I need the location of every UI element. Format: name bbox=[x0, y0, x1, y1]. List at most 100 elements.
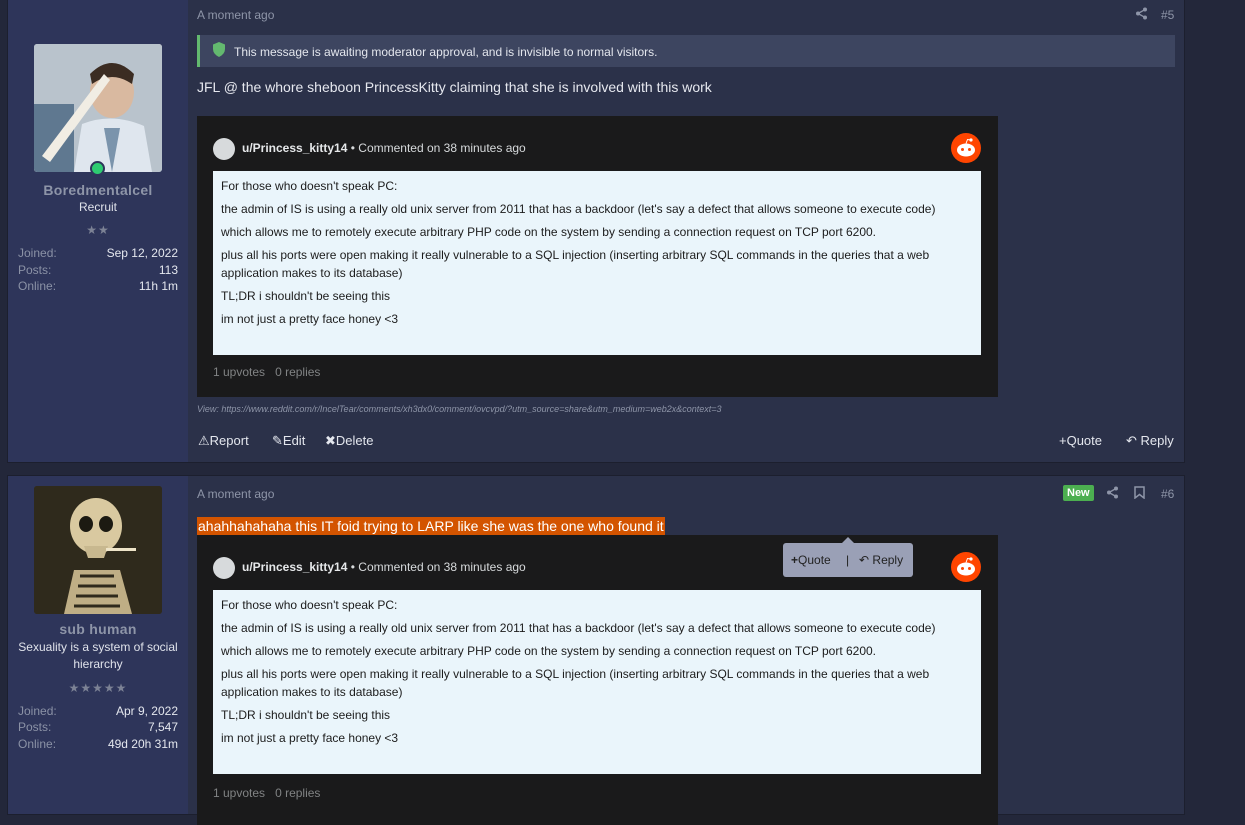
embed-footer: 1 upvotes 0 replies bbox=[213, 786, 320, 800]
moderation-notice: This message is awaiting moderator appro… bbox=[197, 35, 1175, 67]
share-icon[interactable] bbox=[1135, 7, 1148, 25]
comment-line: im not just a pretty face honey <3 bbox=[221, 731, 399, 745]
embed-author[interactable]: u/Princess_kitty14 bbox=[242, 560, 347, 574]
reddit-embed: u/Princess_kitty14 • Commented on 38 min… bbox=[197, 116, 998, 397]
popup-quote-label: Quote bbox=[798, 553, 831, 567]
plus-icon: + bbox=[1059, 433, 1067, 448]
post-body: A moment ago #5 This message is awaiting… bbox=[188, 0, 1184, 462]
comment-line: the admin of IS is using a really old un… bbox=[221, 202, 936, 216]
delete-label: Delete bbox=[335, 433, 374, 448]
notice-text: This message is awaiting moderator appro… bbox=[234, 45, 658, 59]
comment-line: TL;DR i shouldn't be seeing this bbox=[221, 289, 391, 303]
comment-line: For those who doesn't speak PC: bbox=[221, 179, 398, 193]
comment-line: which allows me to remotely execute arbi… bbox=[221, 225, 877, 239]
stat-value: 7,547 bbox=[147, 720, 178, 734]
comment-line: im not just a pretty face honey <3 bbox=[221, 312, 399, 326]
x-icon: ✖ bbox=[325, 433, 336, 448]
post-body: A moment ago New #6 ahahhahahaha this IT… bbox=[188, 476, 1184, 825]
reddit-avatar bbox=[213, 557, 235, 579]
stat-label: Posts: bbox=[18, 263, 52, 277]
popup-quote-button[interactable]: +Quote bbox=[791, 553, 831, 567]
selection-popup: +Quote | ↶ Reply bbox=[783, 537, 913, 577]
reddit-logo-icon[interactable] bbox=[951, 133, 981, 163]
comment-line: TL;DR i shouldn't be seeing this bbox=[221, 708, 391, 722]
user-panel: sub human Sexuality is a system of socia… bbox=[8, 476, 188, 814]
post-number[interactable]: #6 bbox=[1161, 487, 1174, 501]
comment-line: plus all his ports were open making it r… bbox=[221, 248, 930, 280]
popup-reply-button[interactable]: ↶ Reply bbox=[859, 553, 903, 567]
post-5: Boredmentalcel Recruit ★★ Joined: Sep 12,… bbox=[7, 0, 1185, 463]
stat-value: Sep 12, 2022 bbox=[106, 246, 178, 260]
stat-value: Apr 9, 2022 bbox=[115, 704, 178, 718]
stat-online: Online: 49d 20h 31m bbox=[18, 737, 178, 753]
comment-line: the admin of IS is using a really old un… bbox=[221, 621, 936, 635]
embed-replies[interactable]: 0 replies bbox=[275, 365, 320, 379]
comment-line: For those who doesn't speak PC: bbox=[221, 598, 398, 612]
comment-line: plus all his ports were open making it r… bbox=[221, 667, 930, 699]
stat-label: Online: bbox=[18, 737, 57, 751]
stat-label: Joined: bbox=[18, 704, 57, 718]
shield-icon bbox=[212, 42, 226, 60]
new-badge: New bbox=[1063, 485, 1094, 501]
embed-comment-box: For those who doesn't speak PC: the admi… bbox=[213, 590, 981, 774]
popup-reply-label: Reply bbox=[872, 553, 904, 567]
reply-icon: ↶ bbox=[859, 553, 870, 567]
embed-comment-box: For those who doesn't speak PC: the admi… bbox=[213, 171, 981, 355]
quote-label: Quote bbox=[1066, 433, 1103, 448]
stat-joined: Joined: Apr 9, 2022 bbox=[18, 704, 178, 720]
stat-label: Online: bbox=[18, 279, 57, 293]
edit-label: Edit bbox=[282, 433, 306, 448]
embed-header: u/Princess_kitty14 • Commented on 38 min… bbox=[242, 560, 526, 574]
username[interactable]: sub human bbox=[8, 621, 188, 637]
share-icon[interactable] bbox=[1106, 486, 1119, 504]
edit-button[interactable]: ✎Edit bbox=[272, 433, 305, 449]
avatar[interactable] bbox=[34, 44, 162, 172]
user-stars: ★★★★★ bbox=[68, 681, 128, 695]
stat-posts: Posts: 113 bbox=[18, 263, 178, 279]
message-text: ahahhahahaha this IT foid trying to LARP… bbox=[197, 517, 665, 535]
username[interactable]: Boredmentalcel bbox=[8, 182, 188, 198]
stat-label: Joined: bbox=[18, 246, 57, 260]
popup-separator: | bbox=[846, 553, 850, 567]
reddit-logo-icon[interactable] bbox=[951, 552, 981, 582]
embed-author[interactable]: u/Princess_kitty14 bbox=[242, 141, 347, 155]
embed-commented[interactable]: Commented on 38 minutes ago bbox=[358, 141, 525, 155]
user-title: Recruit bbox=[78, 200, 117, 214]
reddit-avatar bbox=[213, 138, 235, 160]
embed-upvotes[interactable]: 1 upvotes bbox=[213, 365, 265, 379]
message-text: JFL @ the whore sheboon PrincessKitty cl… bbox=[197, 79, 712, 95]
online-status-dot bbox=[90, 161, 105, 176]
stat-value: 113 bbox=[158, 263, 178, 277]
stat-value: 49d 20h 31m bbox=[107, 737, 178, 751]
user-title: Sexuality is a system of social hierarch… bbox=[18, 640, 178, 671]
stat-joined: Joined: Sep 12, 2022 bbox=[18, 246, 178, 262]
embed-footer: 1 upvotes 0 replies bbox=[213, 365, 320, 379]
post-time[interactable]: A moment ago bbox=[197, 8, 274, 22]
view-link[interactable]: View: https://www.reddit.com/r/IncelTear… bbox=[197, 404, 722, 414]
warning-icon: ⚠ bbox=[198, 433, 210, 448]
selected-text[interactable]: ahahhahahaha this IT foid trying to LARP… bbox=[197, 517, 665, 535]
avatar[interactable] bbox=[34, 486, 162, 614]
report-button[interactable]: ⚠Report bbox=[198, 433, 249, 449]
bookmark-icon[interactable] bbox=[1134, 486, 1145, 504]
stat-value: 11h 1m bbox=[138, 279, 178, 293]
reply-icon: ↶ bbox=[1126, 433, 1137, 448]
reddit-embed: u/Princess_kitty14 • Commented on 38 min… bbox=[197, 535, 998, 825]
embed-upvotes[interactable]: 1 upvotes bbox=[213, 786, 265, 800]
embed-replies[interactable]: 0 replies bbox=[275, 786, 320, 800]
user-stars: ★★ bbox=[86, 223, 110, 237]
post-time[interactable]: A moment ago bbox=[197, 487, 274, 501]
report-label: Report bbox=[209, 433, 249, 448]
reply-button[interactable]: ↶ Reply bbox=[1126, 433, 1174, 449]
embed-commented[interactable]: Commented on 38 minutes ago bbox=[358, 560, 525, 574]
plus-icon: + bbox=[791, 553, 799, 567]
post-6: sub human Sexuality is a system of socia… bbox=[7, 475, 1185, 825]
stat-posts: Posts: 7,547 bbox=[18, 720, 178, 736]
user-panel: Boredmentalcel Recruit ★★ Joined: Sep 12,… bbox=[8, 0, 188, 462]
post-number[interactable]: #5 bbox=[1161, 8, 1174, 22]
reply-label: Reply bbox=[1140, 433, 1174, 448]
stat-label: Posts: bbox=[18, 720, 52, 734]
delete-button[interactable]: ✖Delete bbox=[325, 433, 373, 449]
pencil-icon: ✎ bbox=[272, 433, 283, 448]
quote-button[interactable]: +Quote bbox=[1059, 433, 1102, 448]
